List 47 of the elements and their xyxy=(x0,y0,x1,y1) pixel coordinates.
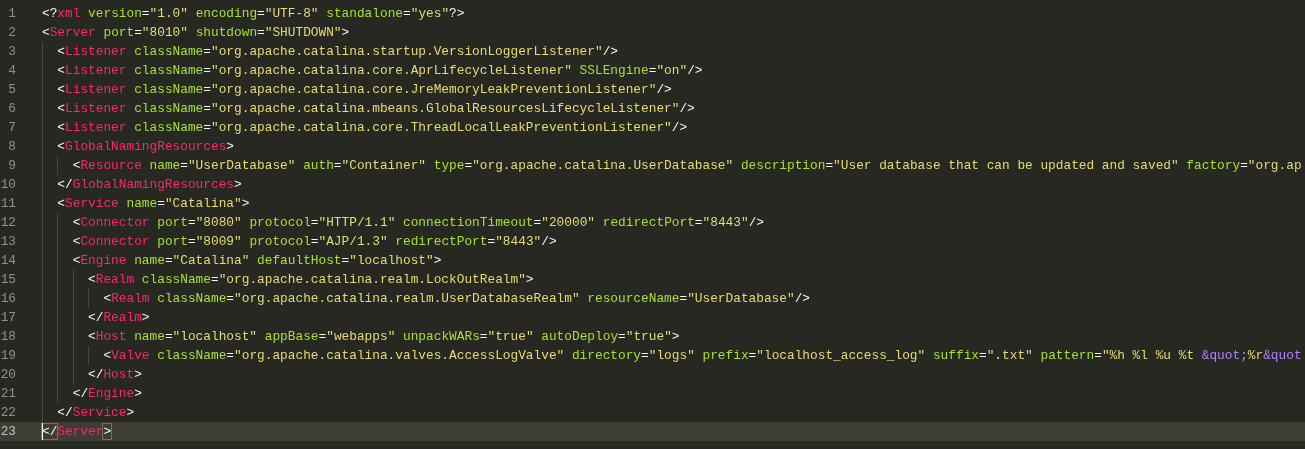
code-line: <Service name="Catalina"> xyxy=(42,194,250,213)
line-number: 1 xyxy=(7,5,16,23)
code-line: <Engine name="Catalina" defaultHost="localhost"> xyxy=(42,251,442,270)
line-number: 21 xyxy=(0,385,16,403)
code-line: <Listener className="org.apache.catalina.core.JreMemoryLeakPreventionListener"/> xyxy=(42,80,672,99)
code-line: <Listener className="org.apache.catalina.startup.VersionLoggerListener"/> xyxy=(42,42,618,61)
line-number: 12 xyxy=(0,214,16,232)
line-number: 7 xyxy=(7,119,16,137)
line-number: 11 xyxy=(0,195,16,213)
line-number: 16 xyxy=(0,290,16,308)
line-number: 14 xyxy=(0,252,16,270)
line-number: 3 xyxy=(7,43,16,61)
code-line: <Valve className="org.apache.catalina.valves.AccessLogValve" directory="logs" prefix="localhost_access_log" suffix=".txt" pattern="%h %l %u %t &quot;%r&quot xyxy=(42,346,1302,365)
code-line: </Host> xyxy=(42,365,142,384)
line-number: 18 xyxy=(0,328,16,346)
line-number: 22 xyxy=(0,404,16,422)
code-line: <Host name="localhost" appBase="webapps" unpackWARs="true" autoDeploy="true"> xyxy=(42,327,680,346)
code-line: </Server> xyxy=(42,422,112,441)
line-number: 20 xyxy=(0,366,16,384)
code-line: </Engine> xyxy=(42,384,142,403)
line-number: 13 xyxy=(0,233,16,251)
line-number: 2 xyxy=(7,24,16,42)
line-number: 17 xyxy=(0,309,16,327)
line-number: 6 xyxy=(7,100,16,118)
line-number: 5 xyxy=(7,81,16,99)
code-line: <?xml version="1.0" encoding="UTF-8" standalone="yes"?> xyxy=(42,5,465,23)
line-number: 23 xyxy=(0,423,16,441)
line-number: 9 xyxy=(7,157,16,175)
code-line: <Realm className="org.apache.catalina.realm.LockOutRealm"> xyxy=(42,270,534,289)
line-number: 19 xyxy=(0,347,16,365)
code-editor[interactable] xyxy=(0,0,1305,449)
text-cursor xyxy=(42,423,43,440)
code-line: <Connector port="8009" protocol="AJP/1.3" redirectPort="8443"/> xyxy=(42,232,557,251)
code-line: <Server port="8010" shutdown="SHUTDOWN"> xyxy=(42,24,350,42)
code-line: <Connector port="8080" protocol="HTTP/1.1" connectionTimeout="20000" redirectPort="8443"/> xyxy=(42,213,764,232)
code-line: <Resource name="UserDatabase" auth="Container" type="org.apache.catalina.UserDatabase" description="User database that can be updated and saved" factory="org.ap xyxy=(42,156,1302,175)
line-number: 8 xyxy=(7,138,16,156)
line-number: 10 xyxy=(0,176,16,194)
line-number: 15 xyxy=(0,271,16,289)
code-line: <Realm className="org.apache.catalina.realm.UserDatabaseRealm" resourceName="UserDatabase"/> xyxy=(42,289,810,308)
code-line: <Listener className="org.apache.catalina.core.ThreadLocalLeakPreventionListener"/> xyxy=(42,118,688,137)
code-line: </GlobalNamingResources> xyxy=(42,175,242,194)
code-line: </Realm> xyxy=(42,308,150,327)
code-line: <GlobalNamingResources> xyxy=(42,137,234,156)
code-line: <Listener className="org.apache.catalina.mbeans.GlobalResourcesLifecycleListener"/> xyxy=(42,99,695,118)
code-line: <Listener className="org.apache.catalina.core.AprLifecycleListener" SSLEngine="on"/> xyxy=(42,61,703,80)
line-number: 4 xyxy=(7,62,16,80)
